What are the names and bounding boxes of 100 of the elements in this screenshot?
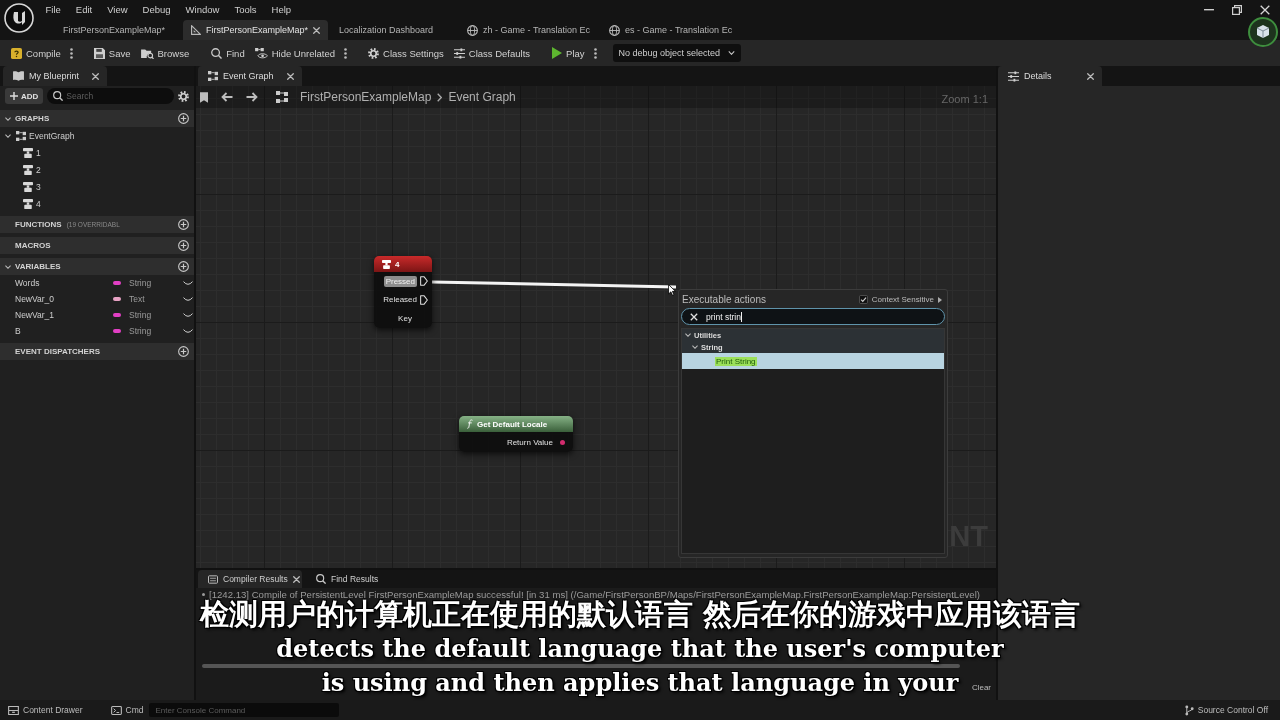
menu-item[interactable]: Tools: [226, 1, 265, 17]
document-tab[interactable]: Localization Dashboard: [331, 20, 457, 40]
minimize-icon[interactable]: [1204, 9, 1214, 11]
closed-eye-icon[interactable]: [183, 313, 193, 317]
add-circle-icon[interactable]: [178, 240, 189, 251]
horizontal-scrollbar[interactable]: [202, 664, 960, 668]
arrow-right-icon[interactable]: [246, 92, 258, 102]
question-square-icon: [11, 47, 22, 59]
checkbox-label[interactable]: Context Sensitive: [871, 295, 934, 304]
panel-tab[interactable]: Details: [998, 66, 1102, 86]
exec-pin-icon[interactable]: [420, 276, 428, 287]
drawer-icon: [8, 705, 19, 715]
function-icon: [467, 419, 473, 429]
close-icon[interactable]: [92, 72, 99, 80]
compile-button[interactable]: Compile: [6, 43, 66, 63]
section-header[interactable]: MACROS: [0, 237, 194, 254]
section-header[interactable]: GRAPHS: [0, 110, 194, 127]
document-tab[interactable]: FirstPersonExampleMap*: [183, 20, 329, 40]
keycap-icon: [23, 181, 33, 192]
variable-name[interactable]: B: [15, 326, 113, 336]
variable-name[interactable]: NewVar_1: [15, 310, 113, 320]
menu-item[interactable]: Debug: [135, 1, 179, 17]
document-tab[interactable]: FirstPersonExampleMap*: [55, 20, 180, 40]
add-circle-icon[interactable]: [178, 261, 189, 272]
chevron-down-icon: [685, 333, 691, 337]
zoom-label: Zoom 1:1: [941, 93, 988, 105]
restore-icon[interactable]: [1232, 5, 1242, 15]
panel-tab[interactable]: Compiler Results: [198, 570, 302, 588]
keycap-icon: [382, 259, 391, 269]
menu-item[interactable]: Help: [264, 1, 299, 17]
document-tab[interactable]: zh - Game - Translation Ec: [459, 20, 599, 40]
graph-icon: [208, 71, 218, 81]
keycap-icon: [23, 164, 33, 175]
menu-title: Executable actions: [682, 294, 766, 305]
save-button[interactable]: Save: [88, 43, 136, 63]
keycap-icon: [23, 147, 33, 158]
close-icon[interactable]: [1260, 5, 1270, 15]
close-icon[interactable]: [313, 26, 321, 34]
tree-item[interactable]: 1: [0, 144, 194, 161]
add-circle-icon[interactable]: [178, 346, 189, 357]
kebab-icon: [344, 47, 348, 59]
checkbox[interactable]: [858, 295, 868, 304]
variable-type: String: [128, 310, 153, 320]
clear-icon[interactable]: [690, 312, 698, 321]
close-icon[interactable]: [292, 575, 300, 583]
pin-label: Key: [398, 313, 412, 323]
search-field[interactable]: print strin: [681, 308, 945, 325]
graph-icon: [16, 130, 26, 141]
pin-dot-icon[interactable]: [560, 439, 565, 445]
play-button[interactable]: Play: [547, 43, 590, 63]
clear-button[interactable]: Clear: [968, 682, 994, 692]
action-item[interactable]: Print String: [682, 353, 944, 369]
closed-eye-icon[interactable]: [183, 329, 193, 333]
chevron-down-icon: [692, 345, 698, 349]
menu-item[interactable]: View: [99, 1, 136, 17]
kebab-icon: [69, 47, 73, 59]
menu-item[interactable]: Edit: [68, 1, 100, 17]
panel-tab[interactable]: Event Graph: [198, 66, 302, 86]
class-settings-button[interactable]: Class Settings: [363, 43, 449, 63]
panel-tab[interactable]: Find Results: [306, 570, 387, 588]
console-input[interactable]: Enter Console Command: [149, 703, 340, 717]
pin-label: Return Value: [506, 437, 553, 447]
search-field[interactable]: Search: [47, 88, 174, 104]
caret-right-icon[interactable]: [938, 296, 942, 303]
breadcrumb-link[interactable]: Event Graph: [448, 90, 516, 104]
menu-item[interactable]: File: [38, 1, 69, 17]
find-button[interactable]: Find: [206, 43, 250, 63]
panel-tab[interactable]: My Blueprint: [3, 66, 107, 86]
settings-icon[interactable]: [178, 90, 189, 102]
tree-item[interactable]: EventGraph: [0, 127, 194, 144]
menu-item[interactable]: Window: [178, 1, 227, 17]
tree-item[interactable]: 2: [0, 161, 194, 178]
variable-name[interactable]: Words: [15, 278, 113, 288]
section-header[interactable]: EVENT DISPATCHERS: [0, 343, 194, 360]
closed-eye-icon[interactable]: [183, 281, 193, 285]
add-button[interactable]: ADD: [5, 88, 44, 104]
bookmark-icon[interactable]: [200, 91, 208, 103]
arrow-left-icon[interactable]: [221, 92, 233, 102]
source-control-button[interactable]: Source Control Off: [1178, 702, 1274, 718]
cmd-button[interactable]: Cmd: [104, 702, 150, 718]
close-icon[interactable]: [287, 72, 294, 80]
browse-button[interactable]: Browse: [135, 43, 195, 63]
cursor-icon: [668, 284, 676, 296]
hide-unrelated-button[interactable]: Hide Unrelated: [249, 43, 341, 63]
debug-object-dropdown[interactable]: No debug object selected: [612, 44, 742, 62]
tree-item[interactable]: 3: [0, 178, 194, 195]
variable-name[interactable]: NewVar_0: [15, 294, 113, 304]
add-circle-icon[interactable]: [178, 219, 189, 230]
class-defaults-button[interactable]: Class Defaults: [448, 43, 536, 63]
graph-node[interactable]: Get Default Locale Return Value: [459, 416, 573, 452]
section-header[interactable]: VARIABLES: [0, 258, 194, 275]
document-tab[interactable]: es - Game - Translation Ec: [601, 20, 741, 40]
content-drawer-button[interactable]: Content Drawer: [2, 702, 89, 718]
add-circle-icon[interactable]: [178, 113, 189, 124]
exec-pin-icon[interactable]: [420, 294, 428, 305]
tree-item[interactable]: 4: [0, 195, 194, 212]
close-icon[interactable]: [1087, 72, 1094, 80]
closed-eye-icon[interactable]: [183, 297, 193, 301]
graph-node[interactable]: 4 Pressed Released Key: [374, 256, 432, 328]
breadcrumb-link[interactable]: FirstPersonExampleMap: [300, 90, 432, 104]
